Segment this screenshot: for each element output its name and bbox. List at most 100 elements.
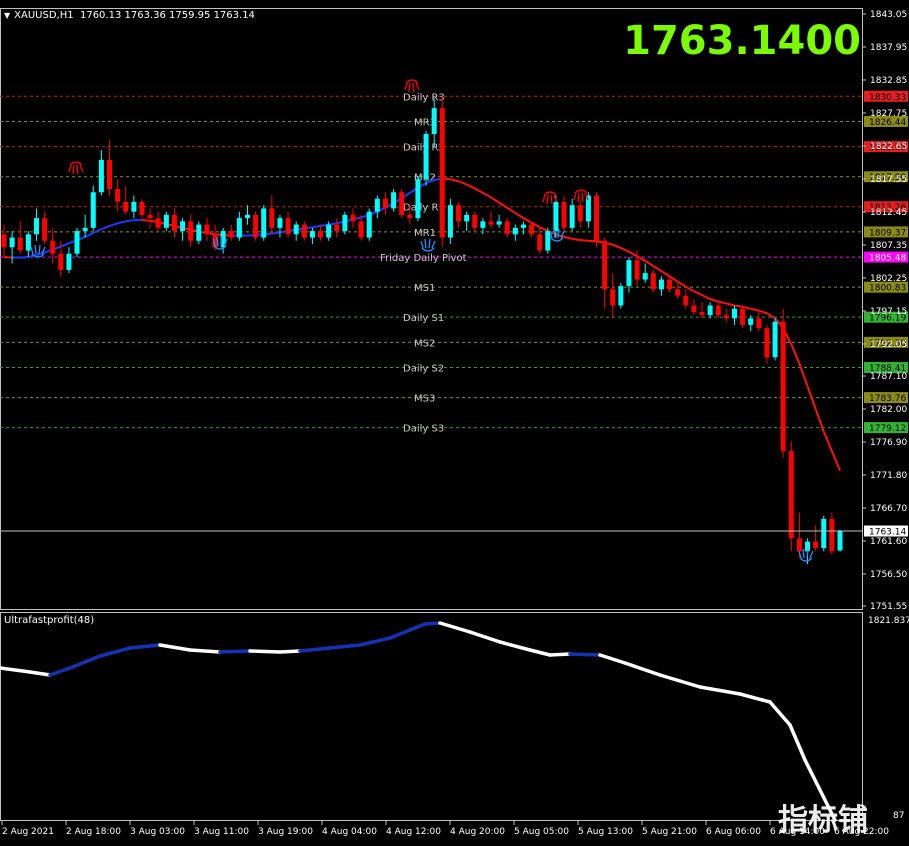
indicator-segment — [68, 654, 102, 670]
ma-segment — [612, 243, 622, 249]
ma-segment — [20, 255, 29, 259]
ma-segment — [458, 180, 468, 186]
price-axis-label: 1787.10 — [870, 372, 907, 382]
watermark-logo: 指标铺 — [778, 803, 868, 838]
candle-body — [391, 192, 397, 209]
ma-segment — [758, 309, 768, 315]
candle-body — [512, 227, 518, 235]
candle-body — [244, 214, 250, 219]
indicator-segment — [28, 670, 52, 677]
price-axis-label: 1751.55 — [870, 602, 907, 612]
candle-body — [204, 224, 210, 235]
indicator-frame — [0, 612, 863, 821]
candle-body — [431, 108, 437, 135]
candle-body — [520, 224, 526, 228]
level-tag-text: 1830.33 — [869, 93, 906, 103]
candle-body — [98, 159, 104, 193]
indicator-segment — [738, 692, 772, 704]
indicator-line — [0, 621, 837, 822]
level-label: MS1 — [414, 283, 435, 294]
candle-body — [155, 218, 161, 228]
candle-body — [723, 315, 729, 319]
candle-body — [699, 311, 705, 316]
time-axis-label: 2 Aug 2021 — [2, 827, 54, 837]
ma-segment — [701, 294, 711, 300]
candle-body — [764, 328, 770, 358]
price-axis-label: 1771.80 — [870, 471, 907, 481]
candle-body — [488, 221, 494, 225]
current-price-tag: 1763.14 — [864, 525, 908, 538]
ma-segment — [109, 222, 118, 227]
candle-body — [456, 205, 462, 222]
time-axis-label: 3 Aug 19:00 — [258, 827, 313, 837]
ma-segment — [563, 235, 573, 240]
time-axis-label: 6 Aug 06:00 — [706, 827, 761, 837]
candle-body — [504, 221, 510, 235]
indicator-segment — [0, 666, 32, 674]
indicator-segment — [623, 661, 662, 677]
candle-body — [618, 286, 624, 306]
candle-body — [569, 205, 575, 228]
price-axis-label: 1792.05 — [870, 340, 907, 350]
chart-window[interactable]: 1830.33 Daily R3 1826.44 MR3 1822.55 Daily R2… — [0, 0, 909, 842]
candle-body — [529, 224, 535, 235]
candle-body — [382, 198, 388, 209]
candle-body — [780, 321, 786, 452]
candle-body — [415, 179, 421, 219]
candle-body — [675, 289, 681, 296]
chart-canvas[interactable]: 1830.33Daily R31826.44MR31822.55Daily R2… — [0, 0, 909, 842]
symbol-header: ▼ XAUUSD,H1 1760.13 1763.36 1759.95 1763.… — [4, 10, 255, 21]
candle-body — [50, 240, 56, 254]
ma-segment — [734, 304, 743, 308]
candle-body — [480, 221, 486, 228]
candle-body — [407, 214, 413, 219]
candlesticks — [1, 95, 843, 565]
candle-body — [634, 260, 640, 280]
candle-body — [772, 321, 778, 358]
candle-body — [496, 221, 502, 225]
indicator-segment — [298, 646, 332, 653]
ma-segment — [522, 217, 533, 224]
candle-body — [318, 231, 324, 238]
indicator-scale-bottom: 87 — [893, 811, 904, 821]
level-label: Daily S2 — [403, 364, 444, 375]
ma-segment — [506, 206, 516, 214]
candle-body — [439, 108, 445, 238]
candle-body — [837, 531, 843, 551]
price-axis-label: 1802.25 — [870, 274, 907, 284]
indicator-segment — [188, 648, 222, 654]
ma-segment — [92, 228, 102, 234]
level-label: MR1 — [414, 228, 436, 239]
price-axis-label: 1837.95 — [870, 43, 907, 53]
candle-body — [66, 253, 72, 270]
time-axis-label: 5 Aug 05:00 — [514, 827, 569, 837]
ma-segment — [628, 250, 638, 258]
ma-segment — [806, 386, 817, 410]
price-axis-label: 1766.70 — [870, 504, 907, 514]
ma-segment — [677, 280, 687, 288]
candle-body — [139, 201, 145, 215]
indicator-segment — [768, 700, 792, 727]
price-axis-label: 1832.85 — [870, 76, 907, 86]
dropdown-arrow-icon[interactable]: ▼ — [4, 11, 10, 20]
candle-body — [691, 305, 697, 312]
candle-body — [131, 201, 137, 212]
candle-body — [277, 218, 283, 228]
time-axis-label: 5 Aug 13:00 — [578, 827, 633, 837]
candle-body — [577, 205, 583, 222]
ma-segment — [750, 307, 760, 312]
level-label: Daily R3 — [403, 92, 445, 103]
candle-body — [58, 253, 64, 270]
pivot-levels: 1830.33Daily R31826.44MR31822.55Daily R2… — [0, 90, 908, 435]
candle-body — [309, 231, 315, 238]
time-axis-label: 4 Aug 12:00 — [386, 827, 441, 837]
time-axis-label: 2 Aug 18:00 — [66, 827, 121, 837]
candle-body — [594, 195, 600, 241]
level-tag-text: 1779.12 — [869, 424, 906, 434]
ma-segment — [539, 226, 549, 232]
candle-body — [9, 237, 15, 248]
ma-segment — [726, 302, 735, 307]
candle-body — [374, 198, 380, 212]
indicator-segment — [698, 685, 742, 696]
ma-segment — [490, 196, 500, 204]
